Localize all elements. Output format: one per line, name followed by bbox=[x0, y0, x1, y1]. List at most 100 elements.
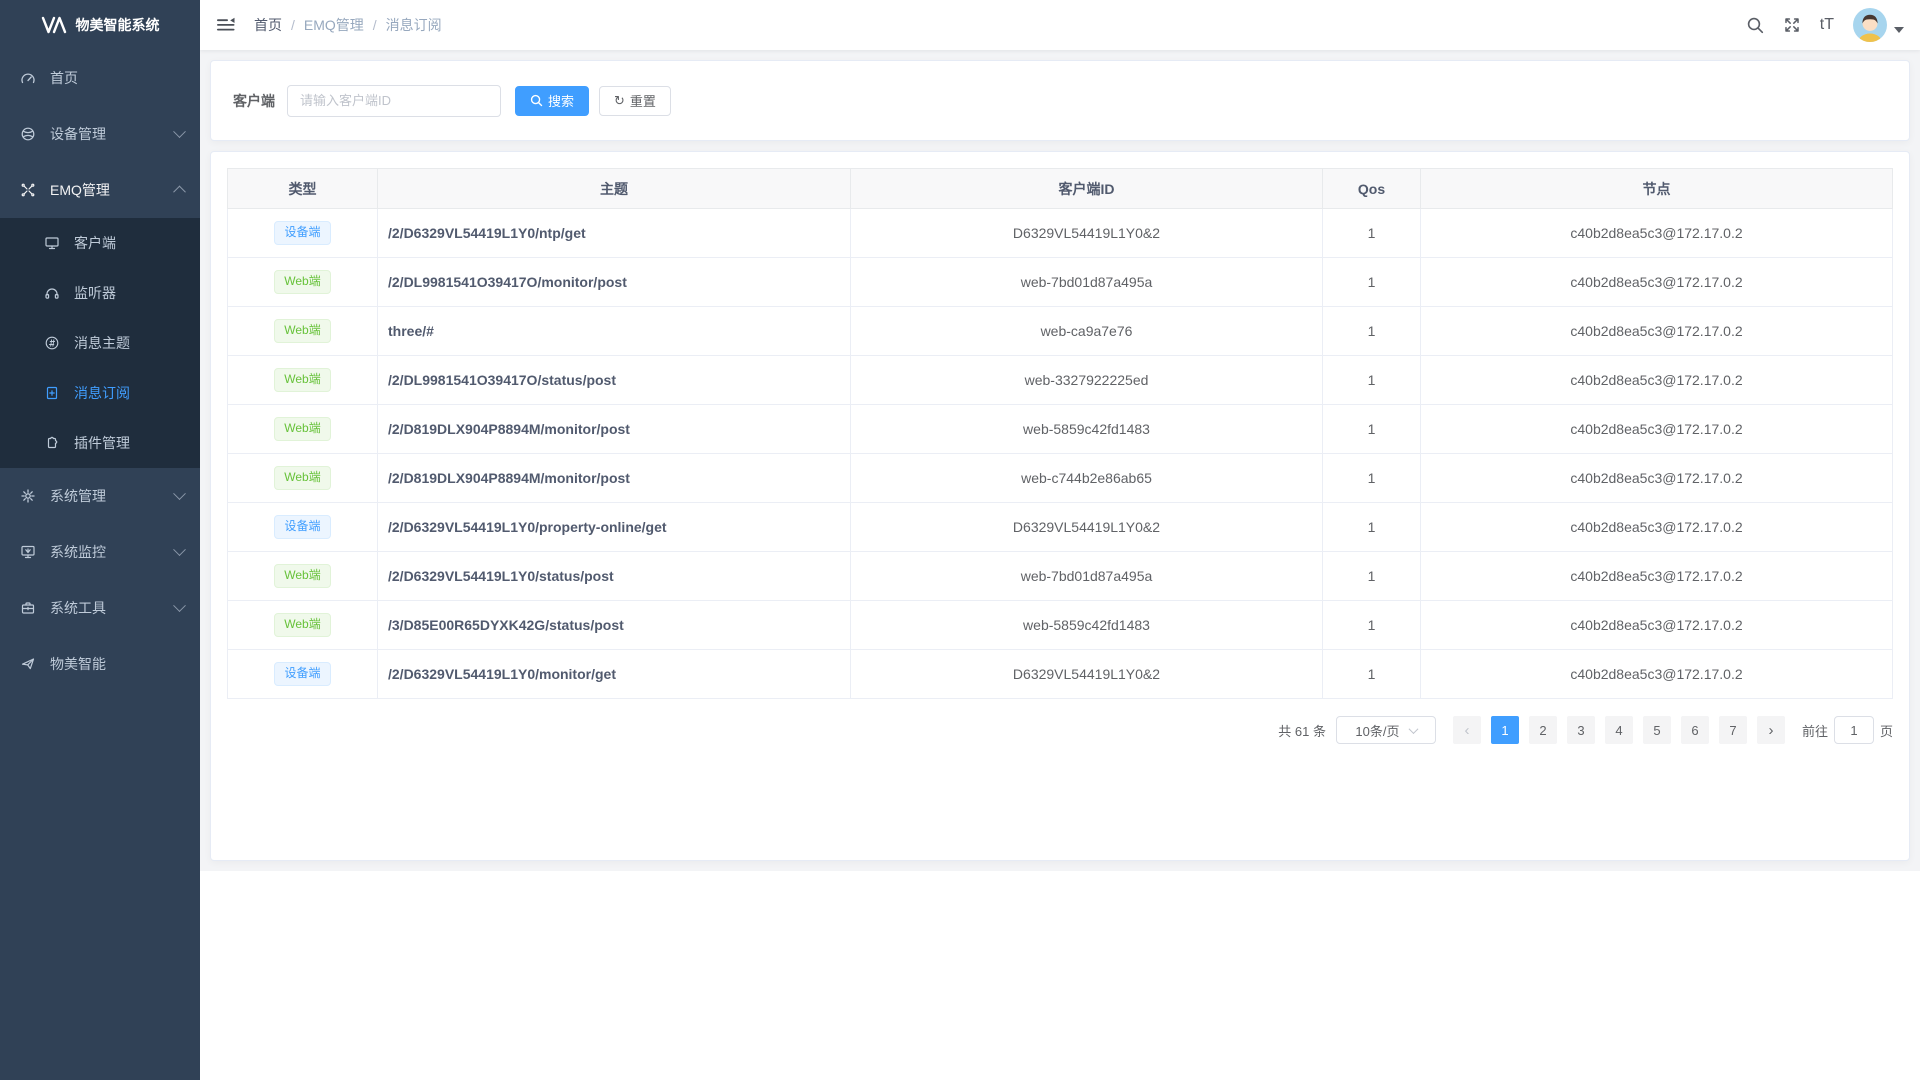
type-badge: 设备端 bbox=[274, 662, 330, 686]
node-cell: c40b2d8ea5c3@172.17.0.2 bbox=[1421, 650, 1893, 699]
node-cell: c40b2d8ea5c3@172.17.0.2 bbox=[1421, 258, 1893, 307]
sidebar-item-client[interactable]: 客户端 bbox=[0, 218, 200, 268]
sidebar-item-emq-mgmt[interactable]: EMQ管理 bbox=[0, 162, 200, 218]
sidebar-collapse-icon[interactable] bbox=[216, 17, 236, 33]
chevron-down-icon bbox=[1408, 724, 1418, 734]
page-button-3[interactable]: 3 bbox=[1567, 716, 1595, 744]
sidebar-item-home[interactable]: 首页 bbox=[0, 50, 200, 106]
topic-cell: /3/D85E00R65DYXK42G/status/post bbox=[378, 601, 851, 650]
topic-cell: /2/D6329VL54419L1Y0/status/post bbox=[378, 552, 851, 601]
search-icon[interactable] bbox=[1746, 16, 1764, 34]
node-cell: c40b2d8ea5c3@172.17.0.2 bbox=[1421, 503, 1893, 552]
subscription-table-card: 类型 主题 客户端ID Qos 节点 设备端 /2/D6329VL54419L1… bbox=[210, 151, 1910, 861]
type-badge: Web端 bbox=[274, 613, 330, 637]
sidebar-item-plugin-mgmt[interactable]: 插件管理 bbox=[0, 418, 200, 468]
qos-cell: 1 bbox=[1323, 650, 1421, 699]
breadcrumb-home[interactable]: 首页 bbox=[254, 15, 282, 35]
fullscreen-icon[interactable] bbox=[1783, 16, 1801, 34]
breadcrumb: 首页 / EMQ管理 / 消息订阅 bbox=[254, 15, 442, 35]
type-badge: Web端 bbox=[274, 319, 330, 343]
table-row: 设备端 /2/D6329VL54419L1Y0/monitor/get D632… bbox=[228, 650, 1893, 699]
sidebar-item-device-mgmt[interactable]: 设备管理 bbox=[0, 106, 200, 162]
font-size-icon[interactable]: tT bbox=[1820, 16, 1834, 34]
dashboard-icon bbox=[20, 70, 36, 86]
sidebar-item-system-tools[interactable]: 系统工具 bbox=[0, 580, 200, 636]
page-button-4[interactable]: 4 bbox=[1605, 716, 1633, 744]
subscription-table: 类型 主题 客户端ID Qos 节点 设备端 /2/D6329VL54419L1… bbox=[227, 168, 1893, 699]
sidebar-item-listener[interactable]: 监听器 bbox=[0, 268, 200, 318]
table-row: 设备端 /2/D6329VL54419L1Y0/ntp/get D6329VL5… bbox=[228, 209, 1893, 258]
sidebar-item-label: 系统管理 bbox=[50, 486, 106, 506]
prev-page-button[interactable]: ‹ bbox=[1453, 716, 1481, 744]
monitor-chart-icon bbox=[20, 544, 36, 560]
sidebar-item-message-subscription[interactable]: 消息订阅 bbox=[0, 368, 200, 418]
app-logo[interactable]: 物美智能系统 bbox=[0, 0, 200, 50]
breadcrumb-separator: / bbox=[291, 17, 295, 33]
client-id-cell: web-ca9a7e76 bbox=[851, 307, 1323, 356]
monitor-icon bbox=[44, 235, 60, 251]
sidebar-item-label: 客户端 bbox=[74, 233, 116, 253]
table-row: Web端 /3/D85E00R65DYXK42G/status/post web… bbox=[228, 601, 1893, 650]
column-header-qos: Qos bbox=[1323, 169, 1421, 209]
chevron-down-icon bbox=[173, 543, 186, 556]
sidebar-item-wumei-smart[interactable]: 物美智能 bbox=[0, 636, 200, 692]
sidebar-item-label: 系统工具 bbox=[50, 598, 106, 618]
client-id-label: 客户端 bbox=[233, 91, 275, 111]
sidebar-item-label: 设备管理 bbox=[50, 124, 106, 144]
next-page-button[interactable]: › bbox=[1757, 716, 1785, 744]
node-cell: c40b2d8ea5c3@172.17.0.2 bbox=[1421, 307, 1893, 356]
breadcrumb-emq[interactable]: EMQ管理 bbox=[304, 15, 364, 35]
toolbox-icon bbox=[20, 600, 36, 616]
client-id-cell: web-7bd01d87a495a bbox=[851, 552, 1323, 601]
client-id-cell: D6329VL54419L1Y0&2 bbox=[851, 209, 1323, 258]
page-button-2[interactable]: 2 bbox=[1529, 716, 1557, 744]
client-id-cell: web-5859c42fd1483 bbox=[851, 601, 1323, 650]
page-button-1[interactable]: 1 bbox=[1491, 716, 1519, 744]
breadcrumb-separator: / bbox=[373, 17, 377, 33]
bookmark-plus-icon bbox=[44, 385, 60, 401]
sidebar-item-label: 插件管理 bbox=[74, 433, 130, 453]
user-menu[interactable] bbox=[1853, 8, 1904, 42]
chevron-down-icon bbox=[173, 599, 186, 612]
qos-cell: 1 bbox=[1323, 552, 1421, 601]
node-cell: c40b2d8ea5c3@172.17.0.2 bbox=[1421, 552, 1893, 601]
breadcrumb-current: 消息订阅 bbox=[386, 15, 442, 35]
type-badge: Web端 bbox=[274, 368, 330, 392]
type-badge: Web端 bbox=[274, 417, 330, 441]
gear-icon bbox=[20, 488, 36, 504]
client-id-cell: web-c744b2e86ab65 bbox=[851, 454, 1323, 503]
avatar[interactable] bbox=[1853, 8, 1887, 42]
sidebar-item-label: EMQ管理 bbox=[50, 180, 110, 200]
topic-cell: /2/D6329VL54419L1Y0/property-online/get bbox=[378, 503, 851, 552]
sidebar-menu: 首页 设备管理 EMQ管理 bbox=[0, 50, 200, 692]
topic-cell: /2/D819DLX904P8894M/monitor/post bbox=[378, 405, 851, 454]
sidebar-item-label: 监听器 bbox=[74, 283, 116, 303]
page-content: 客户端 搜索 ↻ 重置 类型 bbox=[200, 50, 1920, 871]
search-form-card: 客户端 搜索 ↻ 重置 bbox=[210, 60, 1910, 141]
emq-node-icon bbox=[20, 182, 36, 198]
sidebar-item-system-monitor[interactable]: 系统监控 bbox=[0, 524, 200, 580]
page-button-7[interactable]: 7 bbox=[1719, 716, 1747, 744]
client-id-input[interactable] bbox=[287, 85, 501, 117]
type-badge: 设备端 bbox=[274, 515, 330, 539]
refresh-icon: ↻ bbox=[614, 93, 625, 109]
emq-submenu: 客户端 监听器 消息主题 bbox=[0, 218, 200, 468]
qos-cell: 1 bbox=[1323, 601, 1421, 650]
page-button-5[interactable]: 5 bbox=[1643, 716, 1671, 744]
table-row: Web端 /2/DL9981541O39417O/monitor/post we… bbox=[228, 258, 1893, 307]
client-id-cell: web-7bd01d87a495a bbox=[851, 258, 1323, 307]
qos-cell: 1 bbox=[1323, 258, 1421, 307]
goto-page-input[interactable] bbox=[1834, 716, 1874, 744]
topic-cell: /2/D6329VL54419L1Y0/ntp/get bbox=[378, 209, 851, 258]
page-size-select[interactable]: 10条/页 bbox=[1336, 716, 1436, 744]
qos-cell: 1 bbox=[1323, 356, 1421, 405]
sidebar-item-system-mgmt[interactable]: 系统管理 bbox=[0, 468, 200, 524]
reset-button[interactable]: ↻ 重置 bbox=[599, 86, 671, 116]
qos-cell: 1 bbox=[1323, 454, 1421, 503]
search-button[interactable]: 搜索 bbox=[515, 86, 589, 116]
sidebar: 物美智能系统 首页 设备管理 bbox=[0, 0, 200, 1080]
page-button-6[interactable]: 6 bbox=[1681, 716, 1709, 744]
sidebar-item-message-topic[interactable]: 消息主题 bbox=[0, 318, 200, 368]
column-header-topic: 主题 bbox=[378, 169, 851, 209]
sidebar-item-label: 首页 bbox=[50, 68, 78, 88]
